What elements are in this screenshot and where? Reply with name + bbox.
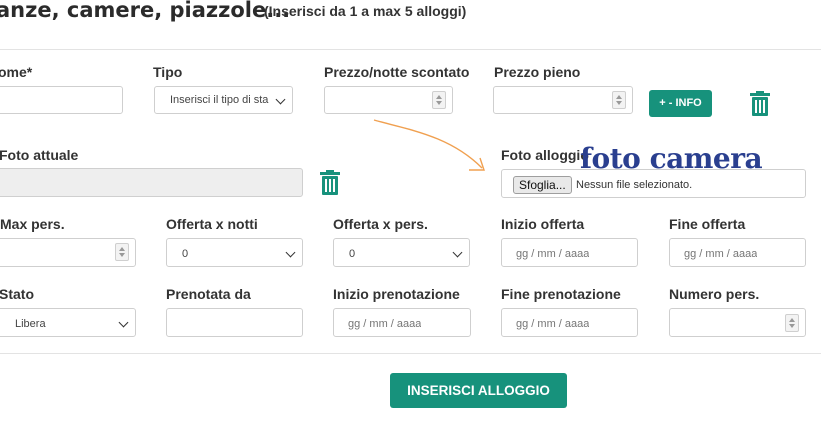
state-select-value: Libera	[15, 318, 46, 330]
offer-persons-select[interactable]: 0	[333, 238, 470, 267]
state-label: Stato	[0, 286, 34, 302]
booking-end-date[interactable]: gg / mm / aaaa	[501, 308, 638, 337]
offer-start-label: Inizio offerta	[501, 216, 585, 232]
annotation-arrow	[373, 119, 485, 171]
offer-persons-value: 0	[349, 248, 356, 260]
current-photo-field	[0, 168, 303, 197]
page-subtitle: (Inserisci da 1 a max 5 alloggi)	[264, 3, 467, 19]
name-label: ome*	[0, 64, 33, 80]
file-status-text: Nessun file selezionato.	[576, 179, 693, 191]
booking-end-placeholder: gg / mm / aaaa	[516, 318, 590, 330]
trash-icon	[320, 170, 340, 195]
divider-bottom	[0, 353, 821, 354]
number-spinner-icon[interactable]	[115, 243, 129, 261]
delete-photo-button[interactable]	[318, 170, 342, 201]
booking-start-label: Inizio prenotazione	[333, 286, 460, 302]
chevron-down-icon	[118, 317, 129, 328]
booking-end-label: Fine prenotazione	[501, 286, 621, 302]
offer-start-placeholder: gg / mm / aaaa	[516, 248, 590, 260]
offer-persons-label: Offerta x pers.	[333, 216, 428, 232]
max-persons-input[interactable]	[0, 238, 136, 267]
offer-nights-value: 0	[182, 248, 189, 260]
chevron-down-icon	[452, 247, 463, 258]
page-title: anze, camere, piazzole...	[0, 0, 291, 22]
chevron-down-icon	[285, 247, 296, 258]
info-button[interactable]: + - INFO	[649, 90, 712, 117]
booking-start-date[interactable]: gg / mm / aaaa	[333, 308, 471, 337]
max-persons-label: Max pers.	[0, 216, 65, 232]
full-price-input[interactable]	[493, 86, 633, 114]
browse-button[interactable]: Sfoglia...	[513, 176, 572, 194]
photo-label: Foto alloggio	[501, 147, 589, 163]
booked-by-input[interactable]	[166, 308, 303, 337]
type-label: Tipo	[153, 64, 183, 80]
offer-nights-label: Offerta x notti	[166, 216, 258, 232]
booking-start-placeholder: gg / mm / aaaa	[348, 318, 422, 330]
type-select[interactable]: Inserisci il tipo di sta	[154, 86, 293, 114]
divider-top	[0, 49, 821, 50]
offer-end-label: Fine offerta	[669, 216, 746, 232]
offer-end-date[interactable]: gg / mm / aaaa	[669, 238, 806, 267]
discount-price-label: Prezzo/notte scontato	[324, 64, 470, 80]
persons-count-label: Numero pers.	[669, 286, 760, 302]
trash-icon	[750, 91, 770, 116]
number-spinner-icon[interactable]	[785, 314, 799, 332]
discount-price-input[interactable]	[324, 86, 453, 114]
full-price-label: Prezzo pieno	[494, 64, 581, 80]
name-input[interactable]	[0, 86, 123, 114]
persons-count-input[interactable]	[669, 308, 806, 337]
type-select-value: Inserisci il tipo di sta	[170, 94, 269, 106]
booked-by-label: Prenotata da	[166, 286, 251, 302]
number-spinner-icon[interactable]	[612, 91, 626, 109]
annotation-text: foto camera	[580, 142, 763, 175]
number-spinner-icon[interactable]	[432, 91, 446, 109]
chevron-down-icon	[275, 94, 286, 105]
insert-accommodation-button[interactable]: INSERISCI ALLOGGIO	[390, 373, 567, 408]
state-select[interactable]: Libera	[0, 308, 136, 337]
offer-end-placeholder: gg / mm / aaaa	[684, 248, 758, 260]
offer-start-date[interactable]: gg / mm / aaaa	[501, 238, 638, 267]
current-photo-label: Foto attuale	[0, 147, 79, 163]
delete-accommodation-button[interactable]	[748, 91, 772, 122]
offer-nights-select[interactable]: 0	[166, 238, 303, 267]
